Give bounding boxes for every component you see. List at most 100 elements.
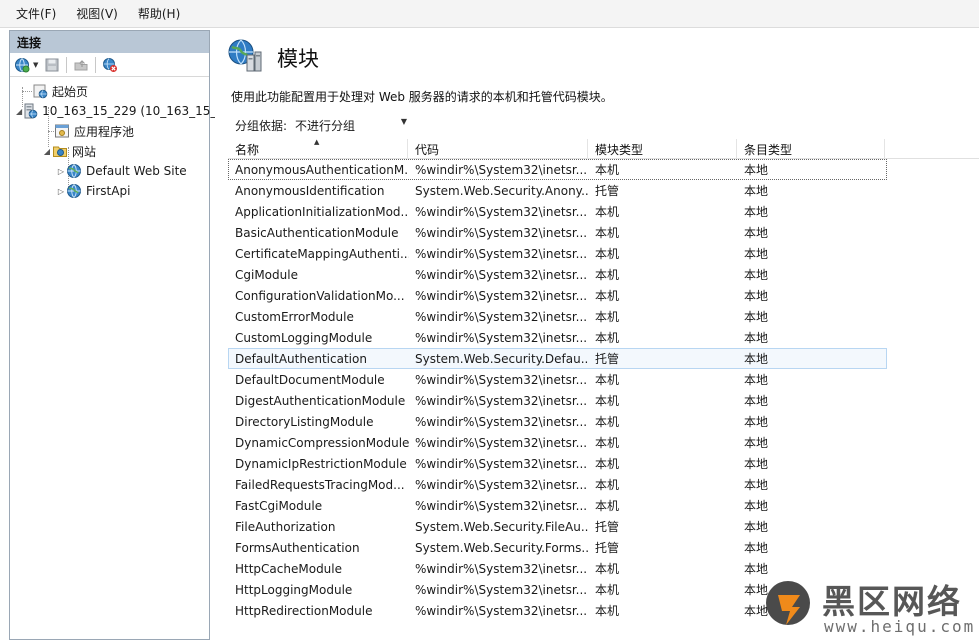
cell-module-type: 本机 bbox=[595, 268, 620, 282]
menu-help[interactable]: 帮助(H) bbox=[138, 5, 180, 22]
cell-entry-type: 本地 bbox=[744, 310, 769, 324]
menu-view[interactable]: 视图(V) bbox=[76, 5, 118, 22]
cell-name: AnonymousAuthenticationM... bbox=[235, 162, 409, 177]
tree-item-start-page[interactable]: 起始页 bbox=[10, 81, 209, 101]
disconnect-icon[interactable] bbox=[101, 56, 119, 74]
column-header-module-type[interactable]: 模块类型 bbox=[588, 139, 737, 159]
cell-entry-type: 本地 bbox=[744, 436, 769, 450]
cell-code: %windir%\System32\inetsr... bbox=[415, 267, 588, 282]
tree-item-app-pools[interactable]: 应用程序池 bbox=[10, 121, 209, 141]
expand-arrow-icon[interactable]: ▷ bbox=[56, 187, 66, 196]
table-row[interactable]: CustomLoggingModule %windir%\System32\ine… bbox=[228, 327, 887, 348]
cell-code: %windir%\System32\inetsr... bbox=[415, 456, 588, 471]
column-header-entry-type[interactable]: 条目类型 bbox=[737, 139, 885, 159]
cell-name: ConfigurationValidationMo... bbox=[235, 288, 405, 303]
cell-name: FileAuthorization bbox=[235, 519, 336, 534]
tree-item-sites[interactable]: ◢ 网站 bbox=[10, 141, 209, 161]
table-row[interactable]: DefaultDocumentModule %windir%\System32\i… bbox=[228, 369, 887, 390]
cell-name: CustomLoggingModule bbox=[235, 330, 373, 345]
cell-entry-type: 本地 bbox=[744, 373, 769, 387]
column-header-code[interactable]: 代码 bbox=[408, 139, 588, 159]
table-row[interactable]: DirectoryListingModule %windir%\System32\… bbox=[228, 411, 887, 432]
cell-module-type: 本机 bbox=[595, 562, 620, 576]
tree-item-firstapi[interactable]: ▷ FirstApi bbox=[10, 181, 209, 201]
menu-file[interactable]: 文件(F) bbox=[16, 5, 56, 22]
collapse-arrow-icon[interactable]: ◢ bbox=[42, 147, 52, 156]
cell-entry-type: 本地 bbox=[744, 226, 769, 240]
app-pool-icon bbox=[54, 123, 70, 139]
table-row[interactable]: ApplicationInitializationMod... %windir%\… bbox=[228, 201, 887, 222]
sites-folder-icon bbox=[52, 143, 68, 159]
cell-module-type: 本机 bbox=[595, 457, 620, 471]
watermark-emblem-icon bbox=[766, 581, 810, 625]
cell-module-type: 托管 bbox=[595, 520, 620, 534]
chevron-down-icon: ▼ bbox=[400, 117, 408, 126]
tree-item-server[interactable]: ◢ 10_163_15_229 (10_163_15_229 bbox=[10, 101, 239, 121]
cell-code: %windir%\System32\inetsr... bbox=[415, 372, 588, 387]
table-row[interactable]: DefaultAuthentication System.Web.Security… bbox=[228, 348, 887, 369]
table-row[interactable]: DigestAuthenticationModule %windir%\Syste… bbox=[228, 390, 887, 411]
table-row[interactable]: DynamicCompressionModule %windir%\System3… bbox=[228, 432, 887, 453]
cell-module-type: 托管 bbox=[595, 541, 620, 555]
cell-module-type: 本机 bbox=[595, 310, 620, 324]
cell-module-type: 本机 bbox=[595, 289, 620, 303]
table-row[interactable]: BasicAuthenticationModule %windir%\System… bbox=[228, 222, 887, 243]
cell-module-type: 本机 bbox=[595, 247, 620, 261]
cell-module-type: 本机 bbox=[595, 163, 620, 177]
cell-entry-type: 本地 bbox=[744, 268, 769, 282]
cell-code: %windir%\System32\inetsr... bbox=[415, 393, 588, 408]
cell-name: FailedRequestsTracingMod... bbox=[235, 477, 405, 492]
table-row[interactable]: FailedRequestsTracingMod... %windir%\Syst… bbox=[228, 474, 887, 495]
cell-code: System.Web.Security.FileAu... bbox=[415, 519, 589, 534]
cell-module-type: 本机 bbox=[595, 373, 620, 387]
column-header-label: 模块类型 bbox=[595, 142, 644, 157]
cell-code: %windir%\System32\inetsr... bbox=[415, 477, 588, 492]
group-by-label: 分组依据: bbox=[235, 119, 288, 133]
table-row[interactable]: FormsAuthentication System.Web.Security.F… bbox=[228, 537, 887, 558]
globe-icon bbox=[66, 183, 82, 199]
connections-tree: 起始页 ◢ 10_163_15_229 (10_163_15_229 应用程序池… bbox=[10, 77, 239, 201]
table-row[interactable]: FileAuthorization System.Web.Security.Fil… bbox=[228, 516, 887, 537]
modules-icon bbox=[227, 38, 263, 77]
cell-name: CustomErrorModule bbox=[235, 309, 354, 324]
cell-entry-type: 本地 bbox=[744, 331, 769, 345]
cell-code: %windir%\System32\inetsr... bbox=[415, 435, 588, 450]
toolbar-separator bbox=[95, 56, 96, 73]
table-row[interactable]: CgiModule %windir%\System32\inetsr... 本机 本地 bbox=[228, 264, 887, 285]
connections-pane: 连接 ▼ 起始页 ◢ 10_163_15_229 (10_163_15_229 … bbox=[9, 30, 239, 640]
cell-module-type: 托管 bbox=[595, 184, 620, 198]
column-header-name[interactable]: 名称 ▲ bbox=[228, 138, 408, 159]
expand-arrow-icon[interactable]: ▷ bbox=[56, 167, 66, 176]
cell-entry-type: 本地 bbox=[744, 352, 769, 366]
up-level-icon[interactable] bbox=[72, 56, 90, 74]
cell-code: %windir%\System32\inetsr... bbox=[415, 246, 588, 261]
cell-code: %windir%\System32\inetsr... bbox=[415, 309, 588, 324]
table-row[interactable]: DynamicIpRestrictionModule %windir%\Syste… bbox=[228, 453, 887, 474]
cell-name: DirectoryListingModule bbox=[235, 414, 374, 429]
connect-globe-icon[interactable] bbox=[13, 56, 31, 74]
cell-module-type: 本机 bbox=[595, 205, 620, 219]
tree-item-default-web-site[interactable]: ▷ Default Web Site bbox=[10, 161, 209, 181]
cell-entry-type: 本地 bbox=[744, 478, 769, 492]
cell-code: %windir%\System32\inetsr... bbox=[415, 288, 588, 303]
cell-module-type: 托管 bbox=[595, 352, 620, 366]
column-header-label: 代码 bbox=[415, 142, 440, 157]
cell-entry-type: 本地 bbox=[744, 163, 769, 177]
table-row[interactable]: FastCgiModule %windir%\System32\inetsr...… bbox=[228, 495, 887, 516]
page-title: 模块 bbox=[277, 46, 319, 71]
cell-entry-type: 本地 bbox=[744, 184, 769, 198]
connect-dropdown-icon[interactable]: ▼ bbox=[33, 61, 41, 69]
cell-name: HttpCacheModule bbox=[235, 561, 343, 576]
cell-name: FastCgiModule bbox=[235, 498, 323, 513]
table-row[interactable]: AnonymousAuthenticationM... %windir%\Syst… bbox=[228, 159, 887, 180]
save-icon[interactable] bbox=[43, 56, 61, 74]
cell-name: AnonymousIdentification bbox=[235, 183, 385, 198]
cell-code: %windir%\System32\inetsr... bbox=[415, 561, 588, 576]
group-by-dropdown[interactable]: 不进行分组 ▼ bbox=[295, 117, 407, 134]
table-row[interactable]: AnonymousIdentification System.Web.Securi… bbox=[228, 180, 887, 201]
cell-module-type: 本机 bbox=[595, 436, 620, 450]
cell-module-type: 本机 bbox=[595, 583, 620, 597]
table-row[interactable]: ConfigurationValidationMo... %windir%\Sys… bbox=[228, 285, 887, 306]
table-row[interactable]: CertificateMappingAuthenti... %windir%\Sy… bbox=[228, 243, 887, 264]
table-row[interactable]: CustomErrorModule %windir%\System32\inets… bbox=[228, 306, 887, 327]
